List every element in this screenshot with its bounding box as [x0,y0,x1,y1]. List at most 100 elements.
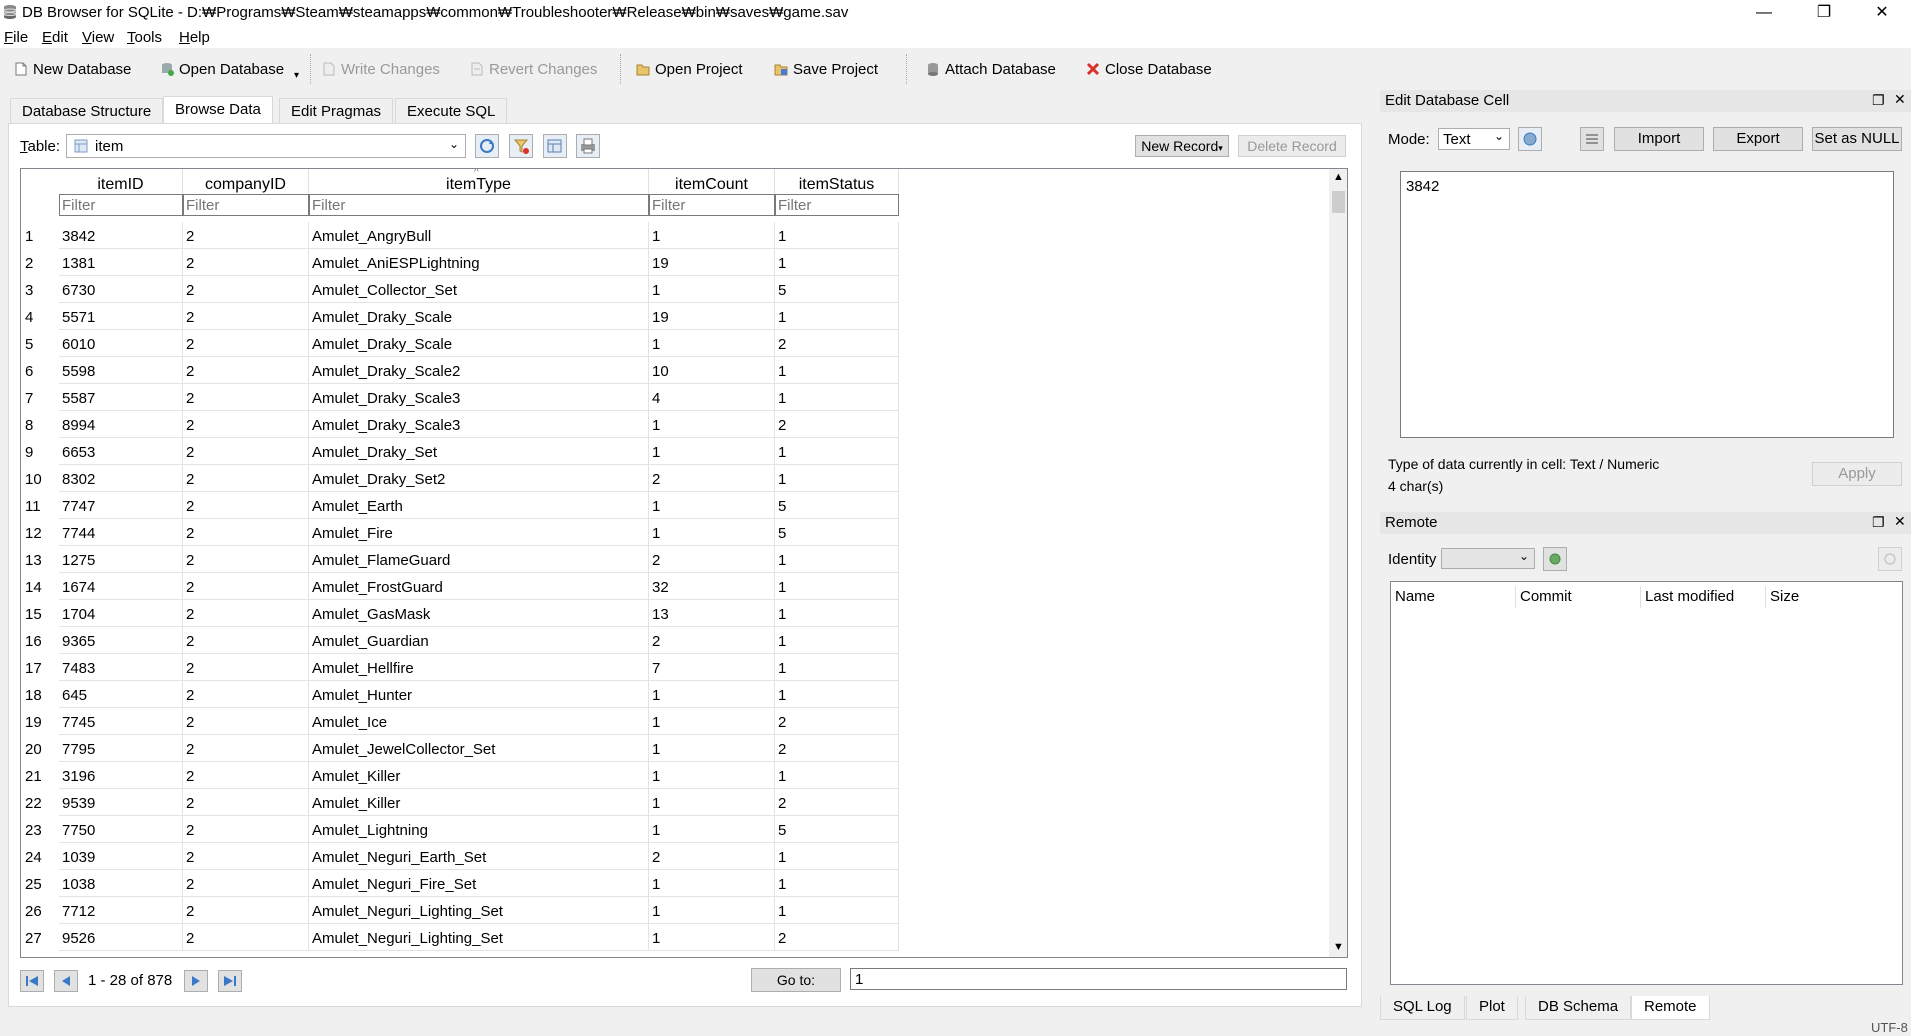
table-cell[interactable]: 2 [183,249,309,276]
table-row[interactable]: 10 8302 2 Amulet_Draky_Set2 2 1 [21,465,901,492]
table-cell[interactable]: 2 [183,843,309,870]
row-number[interactable]: 4 [21,303,59,330]
table-cell[interactable]: 2 [183,303,309,330]
table-cell[interactable]: Amulet_Neguri_Fire_Set [309,870,649,897]
table-cell[interactable]: 2 [183,924,309,951]
table-cell[interactable]: 2 [183,222,309,249]
table-row[interactable]: 27 9526 2 Amulet_Neguri_Lighting_Set 1 2 [21,924,901,951]
row-number[interactable]: 24 [21,843,59,870]
row-number[interactable]: 16 [21,627,59,654]
table-cell[interactable]: 7 [649,654,775,681]
identity-select[interactable]: ⌄ [1441,548,1535,569]
table-cell[interactable]: 1 [775,465,899,492]
column-header-itemtype[interactable]: itemType [309,169,649,197]
table-cell[interactable]: 2 [183,357,309,384]
table-cell[interactable]: Amulet_Draky_Scale2 [309,357,649,384]
table-cell[interactable]: 1 [775,870,899,897]
tab-edit-pragmas[interactable]: Edit Pragmas [279,98,394,124]
table-cell[interactable]: 1 [649,816,775,843]
tab-sql-log[interactable]: SQL Log [1380,996,1465,1020]
table-cell[interactable]: Amulet_AniESPLightning [309,249,649,276]
table-cell[interactable]: 1 [775,357,899,384]
previous-page-button[interactable] [54,970,78,992]
table-cell[interactable]: 1 [775,303,899,330]
table-cell[interactable]: 7745 [59,708,183,735]
goto-button[interactable]: Go to: [751,968,841,992]
table-cell[interactable]: 13 [649,600,775,627]
row-number[interactable]: 1 [21,222,59,249]
table-row[interactable]: 11 7747 2 Amulet_Earth 1 5 [21,492,901,519]
filter-input-itemid[interactable] [59,194,183,216]
table-select[interactable]: item ⌄ [66,134,466,158]
row-number[interactable]: 21 [21,762,59,789]
table-cell[interactable]: 2 [183,600,309,627]
table-cell[interactable]: 7747 [59,492,183,519]
row-number[interactable]: 27 [21,924,59,951]
table-cell[interactable]: Amulet_Neguri_Lighting_Set [309,924,649,951]
scroll-up-icon[interactable]: ▲ [1333,171,1344,183]
table-cell[interactable]: 1 [649,492,775,519]
table-cell[interactable]: 1 [775,762,899,789]
close-database-button[interactable]: Close Database [1086,58,1212,80]
table-cell[interactable]: Amulet_FlameGuard [309,546,649,573]
row-number[interactable]: 18 [21,681,59,708]
table-cell[interactable]: Amulet_Killer [309,789,649,816]
import-button[interactable]: Import [1614,127,1704,151]
apply-button[interactable]: Apply [1812,462,1902,486]
row-number[interactable]: 11 [21,492,59,519]
scroll-down-icon[interactable]: ▼ [1333,941,1344,953]
refresh-button[interactable] [475,134,499,158]
table-row[interactable]: 25 1038 2 Amulet_Neguri_Fire_Set 1 1 [21,870,901,897]
table-cell[interactable]: 2 [183,762,309,789]
table-row[interactable]: 9 6653 2 Amulet_Draky_Set 1 1 [21,438,901,465]
attach-database-button[interactable]: Attach Database [926,58,1056,80]
table-cell[interactable]: 6730 [59,276,183,303]
table-cell[interactable]: 1 [775,249,899,276]
table-cell[interactable]: 2 [775,789,899,816]
table-cell[interactable]: 1 [775,546,899,573]
table-cell[interactable]: Amulet_Killer [309,762,649,789]
tab-database-structure[interactable]: Database Structure [10,98,164,124]
table-cell[interactable]: 1038 [59,870,183,897]
table-cell[interactable]: 645 [59,681,183,708]
save-project-button[interactable]: Save Project [774,58,878,80]
table-cell[interactable]: 5 [775,519,899,546]
table-cell[interactable]: 2 [649,546,775,573]
goto-input[interactable] [850,968,1347,990]
next-page-button[interactable] [184,970,208,992]
table-cell[interactable]: 1 [775,600,899,627]
table-cell[interactable]: Amulet_JewelCollector_Set [309,735,649,762]
remote-column-name[interactable]: Name [1391,586,1516,608]
column-header-itemid[interactable]: itemID [59,169,183,197]
table-cell[interactable]: 1 [775,897,899,924]
row-number[interactable]: 26 [21,897,59,924]
table-cell[interactable]: 2 [183,816,309,843]
filter-input-itemstatus[interactable] [775,194,899,216]
filter-input-companyid[interactable] [183,194,309,216]
table-cell[interactable]: 1 [649,681,775,708]
table-row[interactable]: 5 6010 2 Amulet_Draky_Scale 1 2 [21,330,901,357]
table-cell[interactable]: 5598 [59,357,183,384]
minimize-button[interactable]: — [1735,0,1793,26]
table-cell[interactable]: 2 [183,654,309,681]
table-cell[interactable]: 2 [183,330,309,357]
table-cell[interactable]: Amulet_Neguri_Lighting_Set [309,897,649,924]
row-number[interactable]: 3 [21,276,59,303]
close-dock-icon[interactable]: ✕ [1894,513,1906,530]
table-cell[interactable]: 4 [649,384,775,411]
table-cell[interactable]: 1 [649,708,775,735]
table-cell[interactable]: 2 [183,411,309,438]
table-cell[interactable]: 1 [775,438,899,465]
table-row[interactable]: 22 9539 2 Amulet_Killer 1 2 [21,789,901,816]
table-row[interactable]: 14 1674 2 Amulet_FrostGuard 32 1 [21,573,901,600]
table-row[interactable]: 16 9365 2 Amulet_Guardian 2 1 [21,627,901,654]
table-row[interactable]: 15 1704 2 Amulet_GasMask 13 1 [21,600,901,627]
table-cell[interactable]: Amulet_Hellfire [309,654,649,681]
table-cell[interactable]: 2 [183,573,309,600]
table-cell[interactable]: 7483 [59,654,183,681]
table-cell[interactable]: 5587 [59,384,183,411]
table-cell[interactable]: 2 [649,843,775,870]
table-cell[interactable]: 8302 [59,465,183,492]
menu-file[interactable]: File [4,29,28,46]
table-row[interactable]: 17 7483 2 Amulet_Hellfire 7 1 [21,654,901,681]
